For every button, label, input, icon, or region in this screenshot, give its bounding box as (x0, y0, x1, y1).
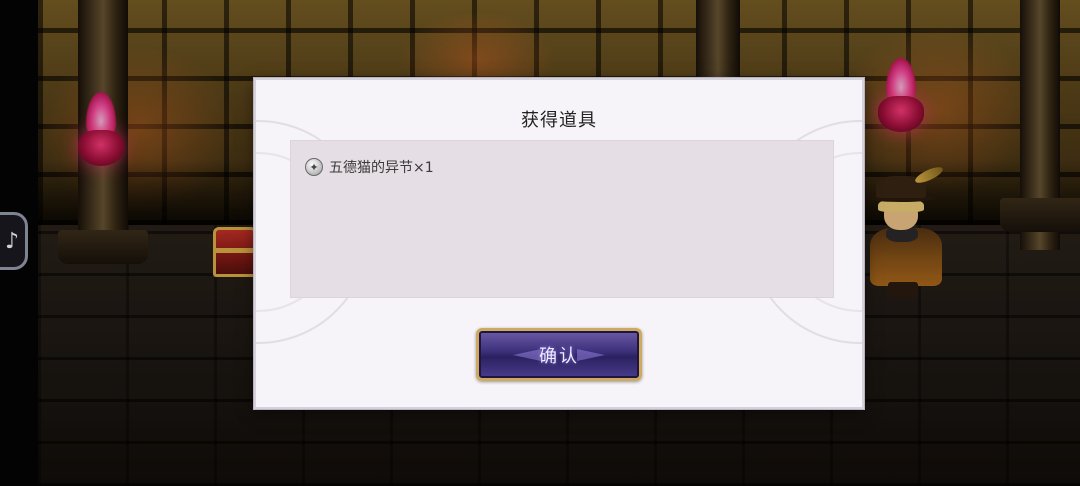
item-reward-dialog: 获得道具 ✦ 五德猫的异节×1 确认 (254, 78, 864, 409)
game-scene: ♪ 获得道具 ✦ 五德猫的异节×1 确认 (0, 0, 1080, 486)
reward-item: ✦ 五德猫的异节×1 (305, 157, 434, 177)
confirm-button[interactable]: 确认 (476, 328, 642, 381)
confirm-button-label: 确认 (539, 345, 579, 367)
reward-item-label: 五德猫的异节×1 (329, 160, 434, 176)
reward-item-list: ✦ 五德猫的异节×1 (290, 140, 834, 298)
dialog-title: 获得道具 (521, 110, 597, 131)
item-token-icon: ✦ (305, 158, 323, 176)
